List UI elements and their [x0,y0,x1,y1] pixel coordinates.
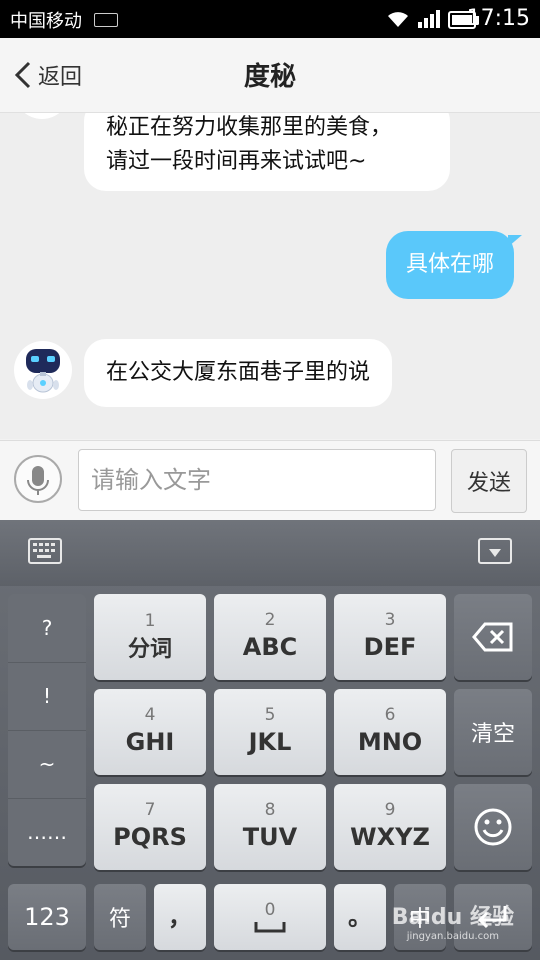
key-8[interactable]: 8 TUV [214,784,326,870]
send-button[interactable]: 发送 [451,449,527,513]
space-key[interactable]: 0 [214,884,326,950]
numeric-mode-key[interactable]: 123 [8,884,86,950]
clear-button[interactable]: 清空 [454,689,532,775]
period-key[interactable]: 。 [334,884,386,950]
key-6[interactable]: 6 MNO [334,689,446,775]
keyboard-switch-icon[interactable] [28,538,62,564]
nav-bar: 返回 度秘 [0,38,540,113]
bot-avatar[interactable] [14,341,72,399]
symbol-key[interactable]: ! [8,662,86,731]
hide-keyboard-icon[interactable] [478,538,512,564]
chat-area[interactable]: 秘正在努力收集那里的美食， 请过一段时间再来试试吧~ 具体在哪 在公交大厦东面巷… [0,113,540,439]
input-bar: 发送 [0,440,540,521]
emoji-button[interactable] [454,784,532,870]
status-bar: 中国移动 17:15 [0,0,540,38]
baidu-watermark: Baidu 经验 jingyan.baidu.com [391,905,514,942]
robot-icon [26,349,60,393]
comma-key[interactable]: ， [154,884,206,950]
clock: 17:15 [466,6,530,31]
key-2[interactable]: 2 ABC [214,594,326,680]
key-5[interactable]: 5 JKL [214,689,326,775]
message-input[interactable] [78,449,436,511]
wifi-icon [388,12,408,27]
space-icon [254,922,286,933]
symbol-key[interactable]: ? [8,594,86,663]
smiley-icon [474,808,512,846]
bot-avatar [14,113,70,119]
key-3[interactable]: 3 DEF [334,594,446,680]
microphone-icon [27,466,49,495]
key-1[interactable]: 1 分词 [94,594,206,680]
keyboard-indicator-icon [94,13,118,27]
bot-message: 在公交大厦东面巷子里的说 [84,339,393,407]
symbol-column: ? ! ~ …… [8,594,86,866]
page-title: 度秘 [243,62,296,92]
voice-input-button[interactable] [14,455,62,503]
symbol-mode-key[interactable]: 符 [94,884,146,950]
symbol-key[interactable]: …… [8,798,86,866]
key-4[interactable]: 4 GHI [94,689,206,775]
key-7[interactable]: 7 PQRS [94,784,206,870]
user-message: 具体在哪 [385,231,523,299]
backspace-icon [472,622,513,652]
symbol-key[interactable]: ~ [8,730,86,799]
key-9[interactable]: 9 WXYZ [334,784,446,870]
keyboard: ? ! ~ …… 1 分词 2 ABC 3 DEF 4 GHI 5 JKL 6 … [0,520,540,960]
keyboard-toolbar [0,520,540,586]
carrier-label: 中国移动 [10,11,82,32]
signal-icon [418,10,440,28]
bot-message: 秘正在努力收集那里的美食， 请过一段时间再来试试吧~ [84,113,450,191]
backspace-button[interactable] [454,594,532,680]
